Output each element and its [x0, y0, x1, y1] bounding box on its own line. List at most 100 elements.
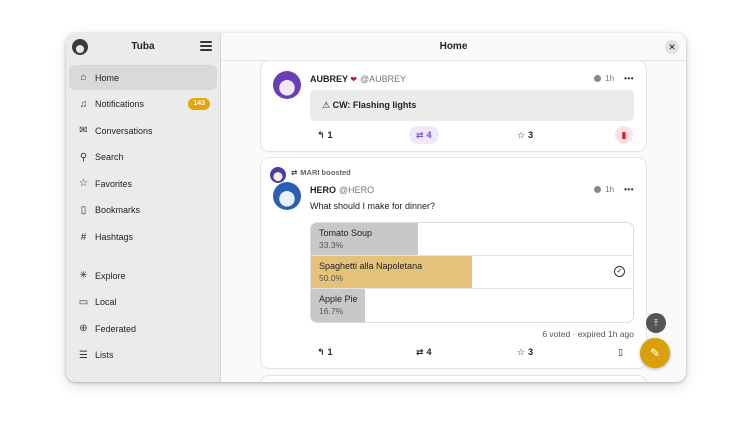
favorite-button[interactable]: ☆ 3	[517, 126, 533, 144]
post-card[interactable]	[261, 376, 646, 382]
reply-button[interactable]: ↰ 1	[317, 343, 333, 361]
page-title: Home	[439, 41, 468, 52]
post-author[interactable]: AUBREY ❤ @AUBREY	[310, 74, 406, 84]
bookmark-icon: ▯	[618, 347, 623, 357]
explore-icon: ✳	[79, 270, 88, 282]
sidebar-item-label: Conversations	[95, 125, 153, 136]
sidebar-item-favorites[interactable]: ☆ Favorites	[69, 171, 217, 196]
app-title: Tuba	[131, 41, 155, 52]
sidebar-item-label: Local	[95, 297, 117, 308]
main-header: Home ✕	[221, 33, 686, 61]
hash-icon: #	[80, 231, 87, 243]
post-actions: ↰ 1 ⇄ 4 ☆ 3 ▮	[317, 126, 634, 144]
sidebar-item-label: Search	[95, 152, 124, 163]
poll-option[interactable]: Tomato Soup 33.3%	[311, 223, 633, 256]
post-card[interactable]: AUBREY ❤ @AUBREY 1h ••• ⚠ CW: Flashing li…	[261, 61, 646, 151]
sidebar-item-label: Explore	[95, 270, 126, 281]
bookmark-button[interactable]: ▯	[618, 343, 623, 361]
boost-icon: ⇄	[416, 347, 424, 357]
post-text: What should I make for dinner?	[310, 201, 436, 211]
sidebar: Tuba ⌂ Home ♫ Notifications 143 ✉ Conver…	[66, 33, 221, 382]
scroll-to-top-button[interactable]: ⤒	[646, 313, 666, 333]
sidebar-item-label: Notifications	[95, 99, 145, 110]
sidebar-item-hashtags[interactable]: # Hashtags	[69, 225, 217, 250]
sidebar-item-local[interactable]: ▭ Local	[69, 290, 217, 315]
visibility-icon	[594, 75, 602, 82]
sidebar-item-label: Favorites	[95, 178, 133, 189]
star-icon: ☆	[517, 130, 526, 140]
poll-option[interactable]: Apple Pie 16.7%	[311, 289, 633, 322]
voted-check-icon: ✓	[614, 266, 625, 277]
post-time: 1h	[605, 185, 615, 194]
reply-icon: ↰	[317, 347, 325, 357]
sidebar-item-explore[interactable]: ✳ Explore	[69, 263, 217, 288]
globe-icon: ⊕	[79, 323, 88, 335]
post-author[interactable]: HERO @HERO	[310, 185, 374, 195]
sidebar-item-label: Lists	[95, 350, 114, 361]
boost-icon: ⇄	[416, 130, 424, 140]
avatar[interactable]	[270, 167, 286, 183]
poll-option-percent: 33.3%	[319, 240, 344, 250]
sidebar-item-search[interactable]: ⚲ Search	[69, 145, 217, 170]
sidebar-item-label: Home	[95, 72, 120, 83]
bookmark-icon: ▮	[621, 130, 627, 140]
poll-option-label: Apple Pie	[319, 294, 358, 304]
poll-option-label: Spaghetti alla Napoletana	[319, 261, 423, 271]
mail-icon: ✉	[79, 125, 88, 137]
sidebar-item-bookmarks[interactable]: ▯ Bookmarks	[69, 198, 217, 223]
compose-button[interactable]: ✎	[640, 338, 670, 368]
bookmark-icon: ▯	[80, 204, 87, 216]
boost-button[interactable]: ⇄ 4	[416, 343, 432, 361]
search-icon: ⚲	[79, 151, 88, 163]
post-handle: @AUBREY	[359, 74, 407, 84]
sidebar-item-label: Hashtags	[95, 232, 134, 243]
favorite-button[interactable]: ☆ 3	[517, 343, 533, 361]
more-options-icon[interactable]: •••	[624, 185, 634, 194]
pencil-icon: ✎	[649, 346, 661, 360]
sidebar-item-home[interactable]: ⌂ Home	[69, 65, 217, 90]
hamburger-menu-icon[interactable]	[200, 41, 212, 51]
sidebar-item-lists[interactable]: ☰ Lists	[69, 343, 217, 368]
heart-icon: ❤	[348, 75, 357, 84]
warning-icon: ⚠	[322, 100, 333, 110]
boosted-by-label: ⇄ MARI boosted	[291, 168, 351, 177]
boost-button[interactable]: ⇄ 4	[409, 126, 439, 144]
notification-count-badge: 143	[188, 97, 210, 110]
avatar[interactable]	[273, 182, 301, 210]
boost-icon: ⇄	[291, 168, 298, 177]
sidebar-item-conversations[interactable]: ✉ Conversations	[69, 118, 217, 143]
sidebar-nav: ⌂ Home ♫ Notifications 143 ✉ Conversatio…	[69, 65, 217, 370]
list-icon: ☰	[79, 349, 88, 361]
poll-option-percent: 16.7%	[319, 306, 344, 316]
post-card[interactable]: ⇄ MARI boosted HERO @HERO 1h ••• What shou…	[261, 158, 646, 368]
visibility-icon	[594, 186, 602, 193]
app-window: Tuba ⌂ Home ♫ Notifications 143 ✉ Conver…	[66, 33, 686, 382]
sidebar-header: Tuba	[66, 33, 220, 61]
poll-option-percent: 50.0%	[319, 273, 344, 283]
sidebar-item-label: Federated	[95, 323, 137, 334]
reply-button[interactable]: ↰ 1	[317, 126, 333, 144]
reply-icon: ↰	[317, 130, 325, 140]
arrow-up-icon: ⤒	[654, 318, 658, 328]
post-meta: 1h •••	[594, 74, 634, 83]
sidebar-item-notifications[interactable]: ♫ Notifications 143	[69, 92, 217, 117]
content-warning[interactable]: ⚠ CW: Flashing lights	[310, 90, 634, 121]
timeline-pane: Home ✕ AUBREY ❤ @AUBREY 1h ••• ⚠ CW: Flas…	[221, 33, 686, 382]
close-icon[interactable]: ✕	[665, 40, 679, 54]
poll-option[interactable]: Spaghetti alla Napoletana 50.0% ✓	[311, 256, 633, 289]
post-time: 1h	[605, 74, 615, 83]
post-handle: @HERO	[339, 185, 375, 195]
poll-option-label: Tomato Soup	[319, 228, 373, 238]
star-icon: ☆	[79, 178, 88, 190]
sidebar-item-label: Bookmarks	[95, 205, 141, 216]
avatar[interactable]	[273, 71, 301, 99]
bell-icon: ♫	[79, 98, 88, 110]
poll: Tomato Soup 33.3% Spaghetti alla Napolet…	[310, 222, 634, 323]
home-icon: ⌂	[80, 72, 87, 83]
post-actions: ↰ 1 ⇄ 4 ☆ 3 ▯	[317, 343, 634, 361]
monitor-icon: ▭	[78, 296, 89, 308]
more-options-icon[interactable]: •••	[624, 74, 634, 83]
sidebar-item-federated[interactable]: ⊕ Federated	[69, 316, 217, 341]
poll-footer: 6 voted · expired 1h ago	[542, 329, 634, 339]
bookmark-button[interactable]: ▮	[615, 126, 633, 144]
